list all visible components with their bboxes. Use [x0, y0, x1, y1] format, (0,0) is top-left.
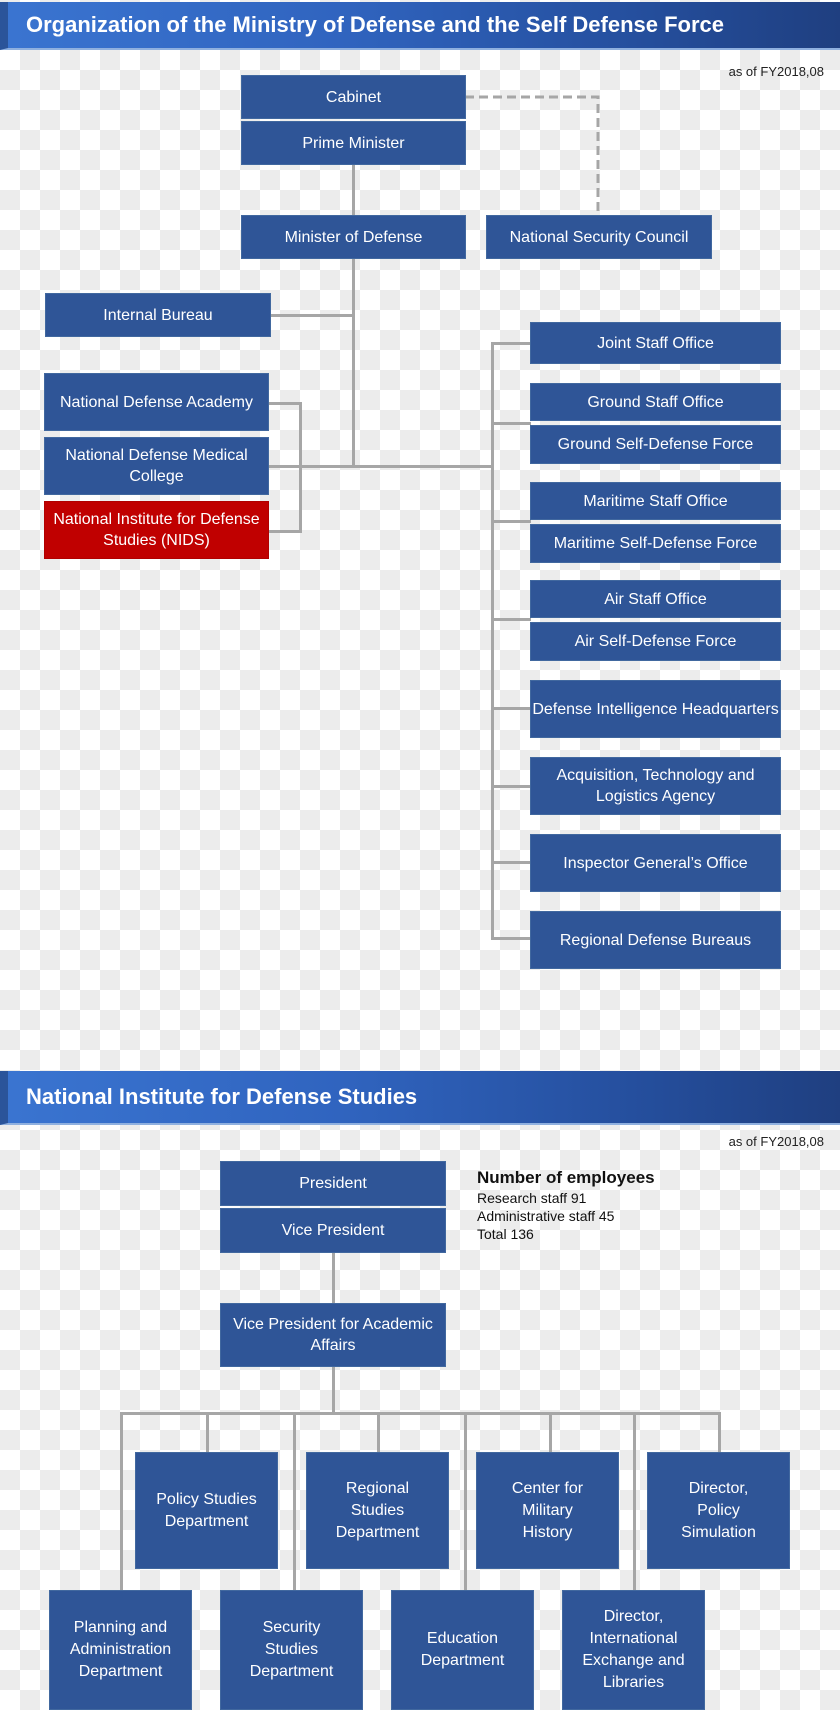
box-label: Joint Staff Office	[597, 334, 714, 352]
box-label: Prime Minister	[302, 134, 405, 152]
box-label: Air Staff Office	[604, 590, 707, 608]
box-label: Vice President for Academic Affairs	[233, 1316, 433, 1354]
dashed-connector	[465, 95, 600, 212]
connector	[206, 1412, 209, 1452]
employees-title: Number of employees	[477, 1168, 655, 1187]
total-staff: Total 136	[477, 1226, 534, 1242]
section-title: National Institute for Defense Studies	[26, 1084, 418, 1109]
connector	[718, 1412, 721, 1452]
connector	[332, 1252, 335, 1304]
maritime-staff-office-box[interactable]: Maritime Staff Office	[530, 482, 781, 520]
as-of-date: as of FY2018,08	[728, 64, 824, 79]
as-of-date: as of FY2018,08	[728, 1134, 824, 1149]
section-banner-mod: Organization of the Ministry of Defense …	[0, 2, 840, 50]
box-label: Internal Bureau	[103, 306, 213, 324]
box-label: Ground Staff Office	[587, 393, 724, 411]
box-label: Security Studies Department	[249, 1619, 334, 1680]
box-label: Director, International Exchange and Lib…	[582, 1608, 685, 1691]
regional-studies-dept-box[interactable]: Regional Studies Department	[306, 1452, 449, 1569]
connector	[491, 785, 531, 788]
ground-self-defense-force-box[interactable]: Ground Self-Defense Force	[530, 425, 781, 464]
vice-president-box[interactable]: Vice President	[220, 1208, 446, 1253]
connector	[377, 1412, 380, 1452]
box-label: National Security Council	[509, 228, 689, 246]
connector	[491, 937, 531, 940]
connector	[549, 1412, 552, 1452]
vp-academic-affairs-box[interactable]: Vice President for Academic Affairs	[220, 1303, 446, 1367]
internal-bureau-box[interactable]: Internal Bureau	[45, 293, 271, 337]
joint-staff-office-box[interactable]: Joint Staff Office	[530, 322, 781, 364]
box-label: Inspector General’s Office	[563, 854, 748, 872]
center-military-history-box[interactable]: Center for Military History	[476, 1452, 619, 1569]
section-banner-nids: National Institute for Defense Studies	[0, 1071, 840, 1125]
connector	[633, 1412, 636, 1592]
box-label: Center for Military History	[511, 1479, 584, 1541]
air-staff-office-box[interactable]: Air Staff Office	[530, 580, 781, 618]
box-label: Planning and Administration Department	[69, 1619, 172, 1680]
policy-simulation-box[interactable]: Director, Policy Simulation	[647, 1452, 790, 1569]
air-self-defense-force-box[interactable]: Air Self-Defense Force	[530, 622, 781, 661]
president-box[interactable]: President	[220, 1161, 446, 1206]
defense-intelligence-hq-box[interactable]: Defense Intelligence Headquarters	[530, 680, 781, 738]
connector	[464, 1412, 467, 1592]
administrative-staff: Administrative staff 45	[477, 1208, 615, 1224]
ground-staff-office-box[interactable]: Ground Staff Office	[530, 383, 781, 421]
connector	[293, 1412, 296, 1592]
connector	[491, 422, 531, 425]
section-title: Organization of the Ministry of Defense …	[26, 12, 725, 37]
national-security-council-box[interactable]: National Security Council	[486, 215, 712, 259]
box-label: National Defense Medical College	[65, 447, 248, 485]
maritime-self-defense-force-box[interactable]: Maritime Self-Defense Force	[530, 524, 781, 563]
connector	[491, 342, 531, 345]
connector	[268, 465, 494, 468]
connector	[332, 1366, 335, 1414]
international-exchange-libraries-box[interactable]: Director, International Exchange and Lib…	[562, 1590, 705, 1710]
national-defense-medical-college-box[interactable]: National Defense Medical College	[44, 437, 269, 495]
box-label: Defense Intelligence Headquarters	[532, 700, 779, 718]
connector	[352, 164, 355, 216]
box-label: Policy Studies Department	[156, 1490, 257, 1530]
connector	[491, 520, 531, 523]
national-defense-academy-box[interactable]: National Defense Academy	[44, 373, 269, 431]
regional-defense-bureaus-box[interactable]: Regional Defense Bureaus	[530, 911, 781, 969]
box-label: Education Department	[420, 1630, 505, 1669]
connector	[352, 257, 355, 467]
connector	[120, 1412, 720, 1415]
minister-of-defense-box[interactable]: Minister of Defense	[241, 215, 466, 259]
box-label: President	[299, 1175, 367, 1192]
security-studies-dept-box[interactable]: Security Studies Department	[220, 1590, 363, 1710]
box-label: National Defense Academy	[60, 393, 253, 411]
nids-box[interactable]: National Institute for Defense Studies (…	[44, 501, 269, 559]
connector	[120, 1412, 123, 1592]
research-staff: Research staff 91	[477, 1190, 587, 1206]
box-label: Director, Policy Simulation	[681, 1479, 756, 1541]
connector	[268, 530, 302, 533]
box-label: Regional Studies Department	[335, 1479, 420, 1541]
box-label: Ground Self-Defense Force	[557, 436, 754, 453]
connector	[491, 342, 494, 940]
box-label: National Institute for Defense Studies (…	[53, 511, 260, 549]
connector	[270, 314, 354, 317]
prime-minister-box[interactable]: Prime Minister	[241, 121, 466, 165]
box-label: Regional Defense Bureaus	[559, 931, 752, 949]
box-label: Maritime Self-Defense Force	[553, 535, 758, 552]
box-label: Maritime Staff Office	[583, 492, 728, 510]
connector	[268, 402, 302, 405]
box-label: Air Self-Defense Force	[574, 633, 737, 650]
box-label: Acquisition, Technology and Logistics Ag…	[556, 767, 755, 805]
inspector-general-office-box[interactable]: Inspector General’s Office	[530, 834, 781, 892]
planning-administration-dept-box[interactable]: Planning and Administration Department	[49, 1590, 192, 1710]
cabinet-box[interactable]: Cabinet	[241, 75, 466, 119]
box-label: Vice President	[281, 1222, 385, 1239]
connector	[491, 618, 531, 621]
policy-studies-dept-box[interactable]: Policy Studies Department	[135, 1452, 278, 1569]
box-label: Cabinet	[325, 88, 382, 106]
box-label: Minister of Defense	[284, 228, 423, 246]
education-dept-box[interactable]: Education Department	[391, 1590, 534, 1710]
employee-count-panel: Number of employees Research staff 91 Ad…	[477, 1167, 655, 1243]
atla-box[interactable]: Acquisition, Technology and Logistics Ag…	[530, 757, 781, 815]
connector	[491, 861, 531, 864]
connector	[491, 707, 531, 710]
